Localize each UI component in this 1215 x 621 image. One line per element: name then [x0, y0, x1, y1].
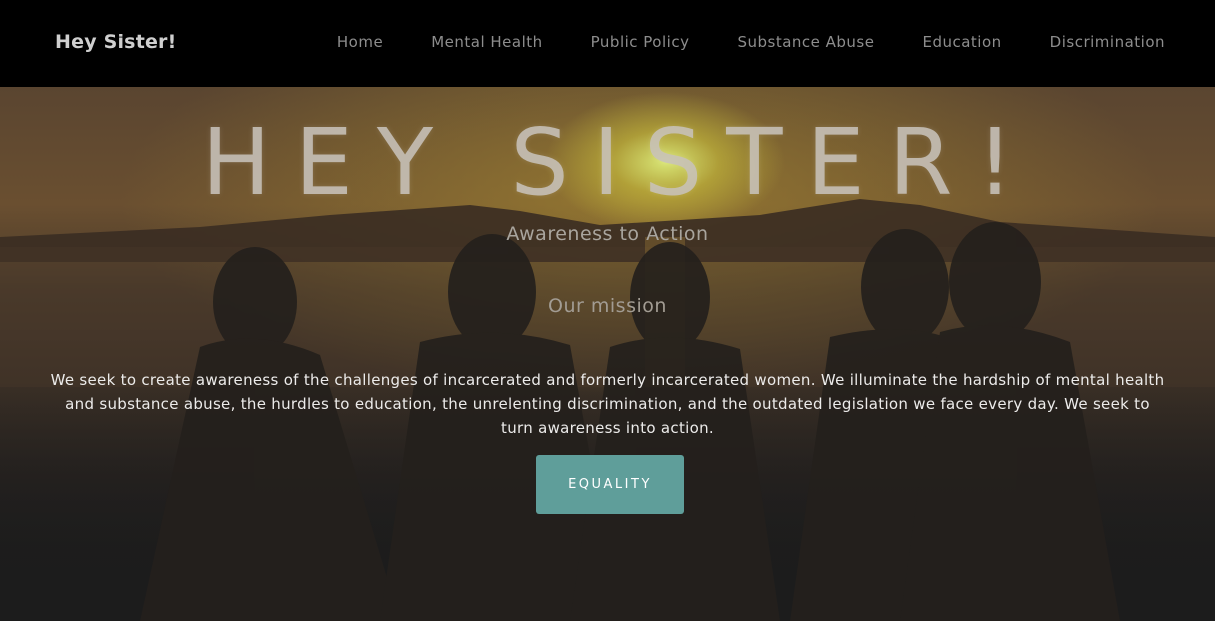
mission-text: We seek to create awareness of the chall… — [50, 371, 1165, 437]
nav-link-home[interactable]: Home — [337, 33, 383, 51]
nav-link-discrimination[interactable]: Discrimination — [1050, 33, 1165, 51]
nav-link-public-policy[interactable]: Public Policy — [591, 33, 690, 51]
equality-button[interactable]: EQUALITY — [536, 455, 684, 514]
mission-heading: Our mission — [548, 295, 667, 317]
nav-links: Home Mental Health Public Policy Substan… — [289, 33, 1165, 51]
nav-link-substance-abuse[interactable]: Substance Abuse — [737, 33, 874, 51]
nav-link-education[interactable]: Education — [922, 33, 1001, 51]
hero-section: HEY SISTER! Awareness to Action Our miss… — [0, 87, 1215, 621]
hero-subtitle: Awareness to Action — [506, 223, 709, 245]
hero-title: HEY SISTER! — [201, 109, 1038, 216]
navbar: Hey Sister! Home Mental Health Public Po… — [0, 0, 1215, 87]
brand-logo[interactable]: Hey Sister! — [55, 31, 177, 53]
nav-link-mental-health[interactable]: Mental Health — [431, 33, 542, 51]
